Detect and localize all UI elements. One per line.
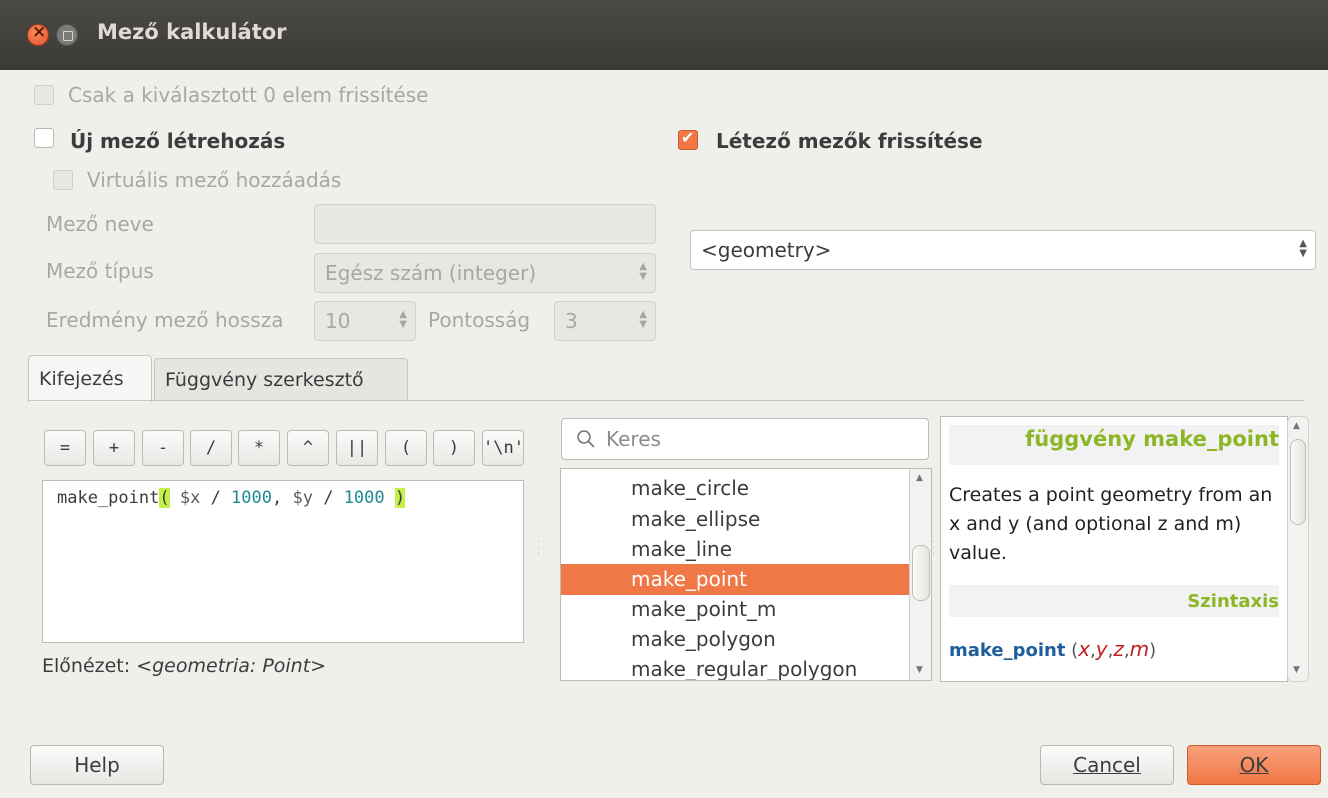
updown-icon: ▲ ▼: [399, 309, 407, 330]
operator-newline-button[interactable]: '\n': [482, 430, 524, 466]
length-value: 10: [325, 309, 351, 333]
list-item[interactable]: make_line: [561, 534, 909, 565]
only-selected-checkbox[interactable]: [34, 85, 54, 105]
help-description: Creates a point geometry from an x and y…: [949, 484, 1273, 564]
only-selected-label: Csak a kiválasztott 0 elem frissítése: [68, 83, 429, 107]
precision-spinbox[interactable]: 3 ▲ ▼: [554, 301, 656, 341]
virtual-field-checkbox[interactable]: [53, 170, 73, 190]
scrollbar-thumb[interactable]: [912, 545, 930, 601]
function-search-input[interactable]: Keres: [561, 418, 929, 460]
list-item[interactable]: make_polygon: [561, 624, 909, 655]
update-existing-checkbox[interactable]: [678, 128, 698, 150]
list-scrollbar[interactable]: ▲ ▼: [909, 469, 931, 680]
title-bar: Mező kalkulátor: [0, 0, 1328, 70]
tab-function-editor-label: Függvény szerkesztő: [165, 369, 364, 391]
operator-minus-button[interactable]: -: [142, 430, 184, 466]
update-existing-label: Létező mezők frissítése: [716, 129, 983, 153]
create-new-field-checkbox[interactable]: [34, 128, 54, 148]
minimize-icon[interactable]: [56, 24, 78, 46]
splitter-handle[interactable]: · · ·: [537, 538, 540, 560]
scroll-down-icon[interactable]: ▼: [1293, 665, 1300, 675]
list-item-selected[interactable]: make_point: [561, 564, 909, 595]
help-title: függvény make_point: [1025, 427, 1279, 451]
preview: Előnézet: <geometria: Point>: [42, 655, 326, 677]
cancel-button[interactable]: Cancel: [1040, 745, 1174, 785]
tab-expression[interactable]: Kifejezés: [28, 355, 152, 402]
expression-editor[interactable]: make_point( $x / 1000, $y / 1000 ): [42, 480, 524, 643]
expression-text: make_point( $x / 1000, $y / 1000 ): [57, 488, 406, 508]
expr-open-bracket: (: [159, 488, 170, 508]
expr-close-bracket: ): [394, 488, 406, 508]
function-help-panel: függvény make_point Creates a point geom…: [940, 416, 1288, 682]
operator-plus-button[interactable]: +: [93, 430, 135, 466]
expr-op-2: /: [312, 488, 344, 508]
existing-field-select[interactable]: <geometry> ▲ ▼: [690, 230, 1316, 270]
expr-op-1: /: [200, 488, 232, 508]
scroll-up-icon[interactable]: ▲: [1293, 421, 1300, 431]
expr-var-y: $y: [292, 488, 313, 508]
ok-button[interactable]: OK: [1187, 745, 1321, 785]
help-button[interactable]: Help: [30, 745, 164, 785]
create-new-field-label: Új mező létrehozás: [70, 129, 286, 153]
list-item[interactable]: make_circle: [561, 473, 909, 504]
tab-panel-border: [28, 400, 1304, 401]
search-icon: [577, 430, 595, 448]
tab-expression-label: Kifejezés: [39, 368, 124, 390]
length-label: Eredmény mező hossza: [46, 308, 284, 332]
expr-function: make_point: [57, 488, 160, 508]
search-placeholder: Keres: [606, 427, 661, 451]
operator-power-button[interactable]: ^: [287, 430, 329, 466]
preview-value: <geometria: Point>: [136, 655, 327, 677]
splitter-handle[interactable]: · · ·: [932, 538, 935, 560]
help-syntax: make_point (x,y,z,m): [949, 637, 1157, 661]
window-title: Mező kalkulátor: [97, 20, 287, 44]
expr-space: [385, 488, 395, 508]
updown-icon: ▲ ▼: [639, 261, 647, 282]
updown-icon: ▲ ▼: [639, 309, 647, 330]
operator-equals-button[interactable]: =: [44, 430, 86, 466]
operator-concat-button[interactable]: ||: [336, 430, 378, 466]
field-type-label: Mező típus: [46, 259, 154, 283]
operator-open-paren-button[interactable]: (: [385, 430, 427, 466]
expr-num-1: 1000: [231, 488, 272, 508]
expr-var-x: $x: [169, 488, 201, 508]
field-name-input[interactable]: [314, 204, 656, 244]
close-icon[interactable]: [27, 22, 49, 46]
help-scrollbar[interactable]: ▲ ▼: [1287, 416, 1309, 682]
virtual-field-label: Virtuális mező hozzáadás: [87, 168, 342, 192]
field-name-label: Mező neve: [46, 212, 154, 236]
length-spinbox[interactable]: 10 ▲ ▼: [314, 301, 416, 341]
preview-label: Előnézet:: [42, 655, 131, 677]
list-item[interactable]: make_ellipse: [561, 504, 909, 535]
operator-divide-button[interactable]: /: [190, 430, 232, 466]
field-type-select[interactable]: Egész szám (integer) ▲ ▼: [314, 253, 656, 293]
operator-close-paren-button[interactable]: ): [433, 430, 475, 466]
list-item[interactable]: make_regular_polygon: [561, 654, 909, 680]
function-list[interactable]: make_circle make_ellipse make_line make_…: [560, 468, 932, 681]
tab-function-editor[interactable]: Függvény szerkesztő: [154, 358, 408, 401]
help-syntax-heading: Szintaxis: [1187, 591, 1279, 612]
existing-field-value: <geometry>: [701, 238, 832, 262]
field-type-value: Egész szám (integer): [325, 261, 537, 285]
expr-sep: ,: [272, 488, 293, 508]
scrollbar-thumb[interactable]: [1290, 439, 1306, 525]
operator-multiply-button[interactable]: *: [238, 430, 280, 466]
list-item[interactable]: make_point_m: [561, 594, 909, 625]
scroll-up-icon[interactable]: ▲: [916, 473, 923, 483]
scroll-down-icon[interactable]: ▼: [916, 665, 923, 675]
precision-value: 3: [565, 309, 578, 333]
precision-label: Pontosság: [428, 308, 531, 332]
updown-icon: ▲ ▼: [1299, 238, 1307, 259]
expr-num-2: 1000: [343, 488, 385, 508]
